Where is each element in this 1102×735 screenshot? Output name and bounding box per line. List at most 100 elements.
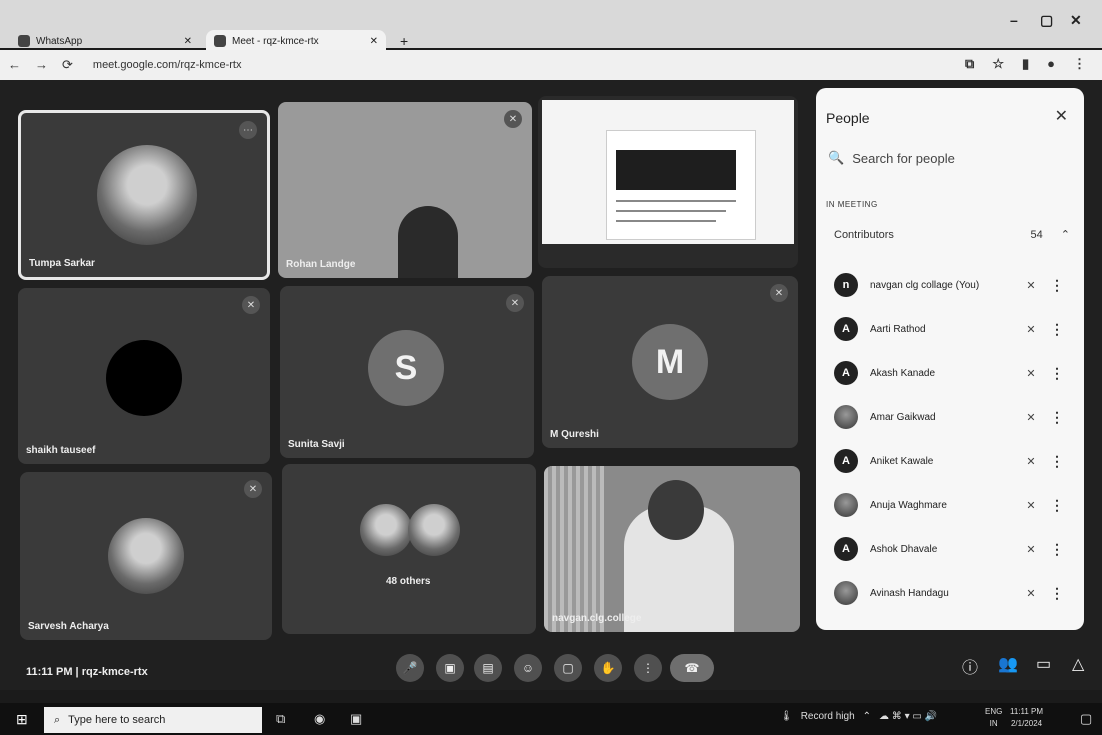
reactions-button[interactable]: ☺ [514,654,542,682]
people-panel: People ✕ 🔍 Search for people IN MEETING … [816,88,1084,630]
tab-label: Meet - rqz-kmce-rtx [232,35,319,47]
close-tab-icon[interactable]: ✕ [370,36,378,47]
participant-video [398,206,458,278]
leave-call-button[interactable]: ☎ [670,654,714,682]
contributors-group-header[interactable]: Contributors 54 ⌃ [834,228,1070,242]
mic-off-icon: ✕ [242,296,260,314]
shared-screen [542,100,794,244]
chat-icon[interactable]: ▭ [1036,654,1051,674]
present-button[interactable]: ▢ [554,654,582,682]
video-tile[interactable]: navgan.clg.college [544,466,800,632]
more-options-icon[interactable]: ⋮ [1044,541,1070,558]
taskbar-search-input[interactable]: ⌕ Type here to search [44,707,262,733]
more-options-icon[interactable]: ⋮ [1044,365,1070,382]
record-label[interactable]: Record high [801,711,855,722]
close-panel-icon[interactable]: ✕ [1055,106,1068,126]
more-options-icon[interactable]: ⋮ [1044,277,1070,294]
mic-off-icon: ✕ [504,110,522,128]
side-panel-icon[interactable]: ▮ [1022,56,1029,72]
people-icon[interactable]: 👥 [998,654,1018,674]
reload-icon[interactable]: ⟳ [62,57,73,73]
video-tile[interactable]: ✕ shaikh tauseef [18,288,270,464]
close-window-icon[interactable]: ✕ [1070,12,1082,29]
mic-off-icon: ✕ [1026,279,1036,292]
curtain-background [544,466,604,632]
more-options-icon[interactable]: ⋮ [1044,453,1070,470]
participant-avatar: A [834,449,858,473]
meet-icon [214,35,226,47]
chrome-icon[interactable]: ◉ [314,711,325,727]
mic-toggle-button[interactable]: 🎤 [396,654,424,682]
search-icon: 🔍 [828,150,845,165]
document-line [616,210,726,212]
back-icon[interactable]: ← [8,57,21,73]
others-tile[interactable]: 48 others [282,464,536,634]
cast-icon[interactable]: ⧉ [965,56,974,72]
chevron-up-icon[interactable]: ⌃ [1061,228,1070,241]
clock-time: 11:11 PM [1010,707,1044,716]
address-bar: ← → ⟳ meet.google.com/rqz-kmce-rtx ⧉ ☆ ▮… [0,50,1102,80]
bookmark-star-icon[interactable]: ☆ [992,56,1004,72]
section-heading: IN MEETING [826,200,878,209]
task-view-icon[interactable]: ⧉ [276,711,285,727]
captions-button[interactable]: ▤ [474,654,502,682]
participant-avatar: A [834,537,858,561]
video-tile[interactable]: ✕ Sarvesh Acharya [20,472,272,640]
participant-row[interactable]: A Akash Kanade ✕ ⋮ [834,351,1070,395]
participant-avatar [834,493,858,517]
tab-label: WhatsApp [36,35,83,47]
system-clock[interactable]: 11:11 PM 2/1/2024 [1010,706,1043,730]
meeting-info: 11:11 PM | rqz-kmce-rtx [26,666,148,678]
clock-date: 2/1/2024 [1010,719,1043,728]
video-tile[interactable]: ✕ Rohan Landge [278,102,532,278]
info-icon[interactable]: ⓘ [962,654,978,678]
close-tab-icon[interactable]: ✕ [184,36,192,47]
participant-row[interactable]: Anuja Waghmare ✕ ⋮ [834,483,1070,527]
new-tab-icon[interactable]: + [392,30,416,52]
mic-off-icon: ✕ [506,294,524,312]
chevron-up-icon[interactable]: ⌃ [863,711,871,722]
tile-name: Sunita Savji [288,439,345,450]
tray-icons[interactable]: ☁ ⌘ ▾ ▭ 🔊 [879,711,937,722]
more-options-icon[interactable]: ⋮ [1044,585,1070,602]
tab-whatsapp[interactable]: WhatsApp ✕ [10,30,200,52]
mic-off-icon: ✕ [244,480,262,498]
windows-start-icon[interactable]: ⊞ [16,711,28,728]
screen-share-tile[interactable] [538,96,798,268]
participant-row[interactable]: A Aniket Kawale ✕ ⋮ [834,439,1070,483]
mic-off-icon: ✕ [1026,499,1036,512]
maximize-icon[interactable]: ▢ [1040,12,1053,29]
participant-row[interactable]: A Ashok Dhavale ✕ ⋮ [834,527,1070,571]
others-count: 48 others [386,576,431,587]
url-field[interactable]: meet.google.com/rqz-kmce-rtx [93,59,242,71]
notifications-icon[interactable]: ▢ [1080,711,1092,727]
camera-toggle-button[interactable]: ▣ [436,654,464,682]
video-tile[interactable]: S ✕ Sunita Savji [280,286,534,458]
tile-name: Rohan Landge [286,259,356,270]
app-icon[interactable]: ▣ [350,711,362,727]
minimize-icon[interactable]: – [1010,12,1018,28]
language-indicator[interactable]: ENG IN [985,706,1002,730]
participant-row[interactable]: Avinash Handagu ✕ ⋮ [834,571,1070,615]
participant-name: Anuja Waghmare [870,499,947,511]
more-options-button[interactable]: ⋮ [634,654,662,682]
more-options-icon[interactable]: ⋮ [1044,409,1070,426]
video-tile[interactable]: ⋯ Tumpa Sarkar [18,110,270,280]
participant-row[interactable]: A Aarti Rathod ✕ ⋮ [834,307,1070,351]
profile-icon[interactable]: ● [1047,56,1055,72]
raise-hand-button[interactable]: ✋ [594,654,622,682]
forward-icon[interactable]: → [35,57,48,73]
more-options-icon[interactable]: ⋮ [1044,321,1070,338]
participant-avatar: S [368,330,444,406]
menu-dots-icon[interactable]: ⋮ [1073,56,1086,72]
more-options-icon[interactable]: ⋮ [1044,497,1070,514]
more-options-icon[interactable]: ⋯ [239,121,257,139]
search-people-input[interactable]: 🔍 Search for people [828,150,955,166]
participant-row[interactable]: n navgan clg collage (You) ✕ ⋮ [834,263,1070,307]
participant-row[interactable]: Amar Gaikwad ✕ ⋮ [834,395,1070,439]
participant-name: Aniket Kawale [870,455,934,467]
search-icon: ⌕ [54,713,61,726]
video-tile[interactable]: M ✕ M Qureshi [542,276,798,448]
activities-icon[interactable]: △ [1072,654,1084,674]
tab-meet[interactable]: Meet - rqz-kmce-rtx ✕ [206,30,386,52]
